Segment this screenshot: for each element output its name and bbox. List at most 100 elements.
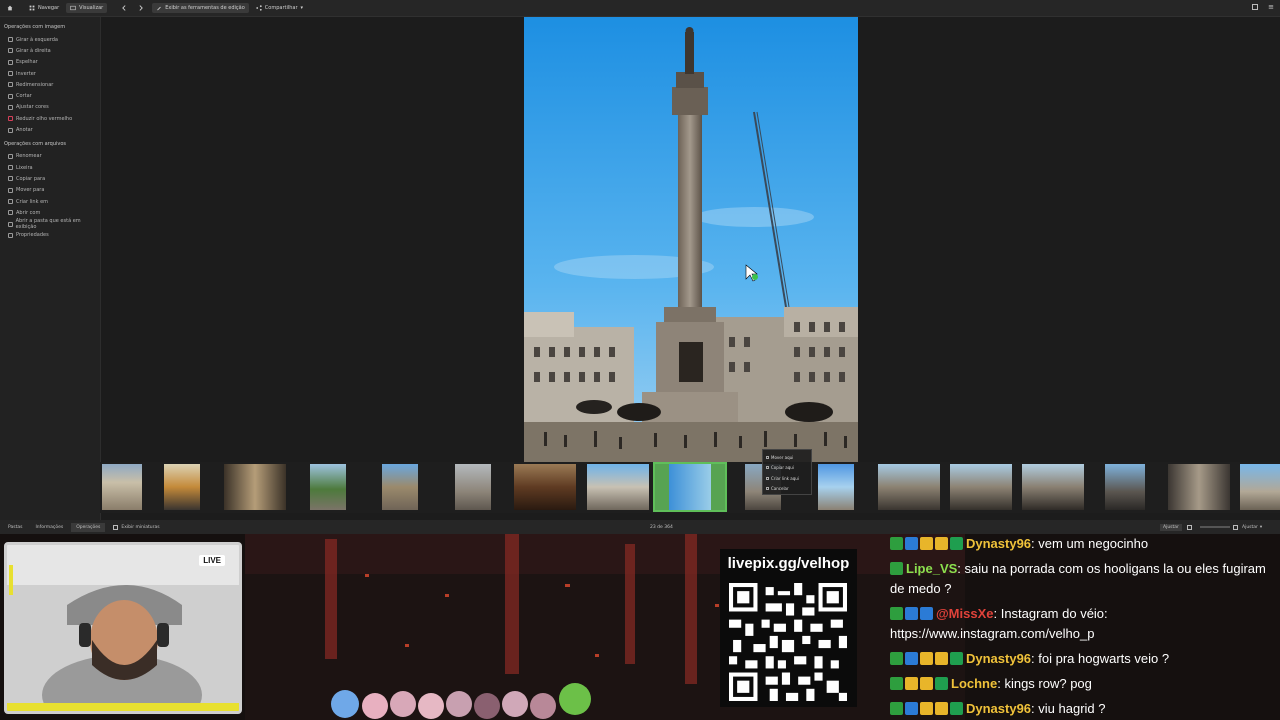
home-button[interactable] [3, 3, 17, 13]
color-icon [8, 104, 13, 110]
chat-username: @MissXe [936, 606, 994, 621]
badge-icon [905, 652, 918, 665]
user-badges [890, 562, 903, 575]
donation-qr-panel: livepix.gg/velhop [720, 549, 857, 707]
thumbnail[interactable] [1105, 464, 1145, 510]
zoom-icon [1187, 524, 1192, 530]
back-button[interactable] [117, 3, 131, 13]
forward-button[interactable] [134, 3, 148, 13]
sidebar-item-label: Girar à esquerda [16, 36, 58, 43]
badge-icon [935, 537, 948, 550]
show-thumbnails-button[interactable]: Exibir miniaturas [108, 523, 164, 532]
tab-folders[interactable]: Pastas [3, 523, 27, 532]
edit-tools-button[interactable]: Exibir as ferramentas de edição [152, 3, 249, 13]
chevron-down-icon: ▾ [1259, 524, 1263, 530]
sidebar-item[interactable]: Abrir a pasta que está em exibição [0, 218, 100, 230]
menu-item-label: Mover aqui [771, 454, 794, 460]
menu-item-label: Cancelar [771, 486, 789, 492]
chevron-down-icon: ▾ [300, 5, 304, 11]
copy-icon [766, 466, 769, 470]
link-icon [766, 476, 769, 480]
thumbnail[interactable] [1240, 464, 1280, 510]
sidebar-item-label: Copiar para [16, 175, 46, 182]
share-button[interactable]: Compartilhar ▾ [252, 3, 307, 13]
zoom-select[interactable]: Ajustar ▾ [1242, 525, 1262, 530]
nelsons-column-photo [524, 17, 858, 462]
zoom-slider[interactable] [1200, 526, 1230, 528]
cancel-item[interactable]: Cancelar [766, 484, 808, 495]
thumbnail[interactable] [514, 464, 576, 510]
tab-operations[interactable]: Operações [71, 522, 106, 532]
sidebar-item-label: Criar link em [16, 198, 49, 205]
thumbnail[interactable] [102, 464, 142, 510]
cancel-icon [766, 487, 769, 491]
thumbnail[interactable] [950, 464, 1012, 510]
navigate-button[interactable]: Navegar [25, 3, 63, 13]
thumbnail[interactable] [455, 464, 491, 510]
thumbnail[interactable] [1022, 464, 1084, 510]
sidebar-item[interactable]: Propriedades [0, 230, 100, 241]
arrow-left-icon [122, 5, 126, 11]
sidebar-item[interactable]: Ajustar cores [0, 102, 100, 113]
sidebar-item[interactable]: Mover para [0, 185, 100, 196]
thumbnail[interactable] [818, 464, 854, 510]
badge-icon [950, 702, 963, 715]
sidebar-item-label: Abrir com [16, 209, 41, 216]
tab-information[interactable]: Informações [30, 523, 68, 532]
user-badges [890, 652, 963, 665]
chat-panel: Dynasty96: vem um negocinho Lipe_VS: saiu… [878, 534, 1280, 720]
thumbnail[interactable] [310, 464, 346, 510]
sidebar-item[interactable]: Inverter [0, 68, 100, 79]
grid-icon [29, 5, 35, 11]
sidebar-item[interactable]: Copiar para [0, 173, 100, 184]
thumbnail[interactable] [224, 464, 286, 510]
sidebar-item[interactable]: Cortar [0, 90, 100, 101]
chat-username: Lipe_VS [906, 561, 958, 576]
badge-icon [890, 702, 903, 715]
stream-overlay: LIVE livepix.gg/velhop Dynasty96: vem um [0, 534, 1280, 720]
thumbnail[interactable] [164, 464, 200, 510]
sidebar-item[interactable]: Abrir com [0, 207, 100, 218]
view-button[interactable]: Visualizar [66, 3, 108, 13]
menu-icon[interactable]: ≡ [1268, 4, 1274, 11]
link-here-item[interactable]: Criar link aqui [766, 473, 808, 484]
folder-icon [8, 221, 13, 227]
image-viewer[interactable] [102, 17, 1280, 462]
sidebar-item[interactable]: Girar à direita [0, 45, 100, 56]
sidebar-item[interactable]: Criar link em [0, 196, 100, 207]
qr-title: livepix.gg/velhop [727, 555, 850, 572]
fullscreen-icon[interactable] [1252, 4, 1259, 10]
rotate-right-icon [8, 48, 13, 54]
badge-icon [950, 537, 963, 550]
sidebar-item[interactable]: Renomear [0, 151, 100, 162]
show-thumbnails-label: Exibir miniaturas [121, 524, 160, 530]
sidebar-item[interactable]: Espelhar [0, 57, 100, 68]
thumbnail[interactable] [587, 464, 649, 510]
red-eye-icon [8, 116, 13, 122]
chat-username: Dynasty96 [966, 536, 1032, 551]
sidebar-item[interactable]: Lixeira [0, 162, 100, 173]
thumbnail[interactable] [1168, 464, 1230, 510]
thumbnail-selected[interactable] [653, 462, 727, 512]
badge-icon [905, 677, 918, 690]
sidebar-item-label: Cortar [16, 93, 32, 100]
copy-here-item[interactable]: Copiar aqui [766, 463, 808, 474]
sidebar-item-label: Ajustar cores [16, 104, 49, 111]
chat-text: : kings row? pog [997, 676, 1092, 691]
sidebar-item[interactable]: Girar à esquerda [0, 34, 100, 45]
chat-message: Dynasty96: foi pra hogwarts veio ? [890, 649, 1270, 669]
sidebar-item[interactable]: Redimensionar [0, 79, 100, 90]
sidebar-item[interactable]: Anotar [0, 124, 100, 135]
fit-button[interactable]: Ajustar [1160, 523, 1182, 531]
main-photo[interactable] [524, 17, 858, 462]
sidebar-item[interactable]: Reduzir olho vermelho [0, 113, 100, 124]
user-badges [890, 607, 933, 620]
edit-tools-label: Exibir as ferramentas de edição [165, 5, 245, 11]
badge-icon [890, 537, 903, 550]
thumbnail[interactable] [878, 464, 940, 510]
move-here-item[interactable]: Mover aqui [766, 452, 808, 463]
badge-icon [950, 652, 963, 665]
thumbnails-icon [113, 524, 119, 530]
chat-message: Dynasty96: vem um negocinho [890, 534, 1270, 554]
thumbnail[interactable] [382, 464, 418, 510]
